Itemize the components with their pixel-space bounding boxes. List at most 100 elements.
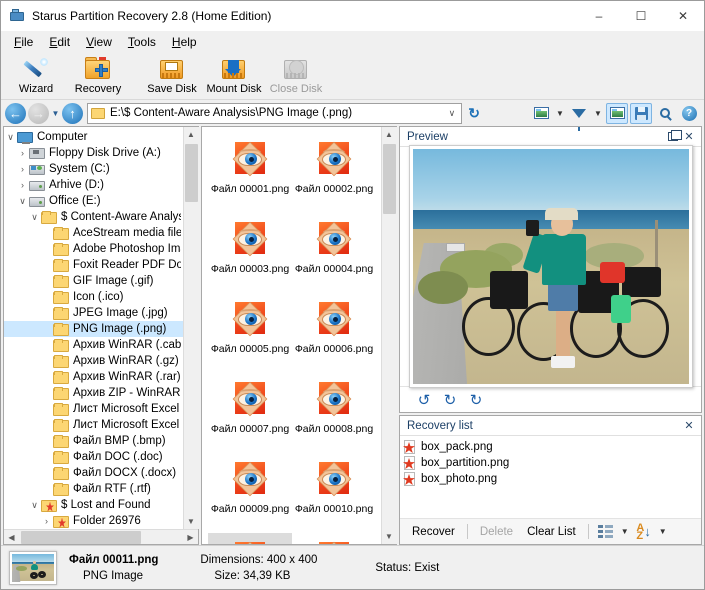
address-input[interactable]: E:\$ Content-Aware Analysis\PNG Image (.… [87, 102, 463, 124]
save-disk-button[interactable]: Save Disk [141, 54, 203, 100]
file-item[interactable]: Файл 00008.png [292, 373, 376, 445]
recovery-list[interactable]: box_pack.png box_partition.png box_photo.p… [400, 436, 701, 518]
tree-expander-icon[interactable]: ∨ [28, 212, 41, 223]
sort-az-icon[interactable]: A Z ↓ [633, 521, 655, 542]
filter-icon[interactable] [568, 103, 590, 131]
tree-expander-icon[interactable]: ∨ [16, 196, 29, 207]
tree-item-18[interactable]: Лист Microsoft Excel 97-20 [4, 417, 183, 433]
wizard-button[interactable]: Wizard [5, 54, 67, 100]
tree-item-5[interactable]: ∨ $ Content-Aware Analysis [4, 209, 183, 225]
scroll-right-icon[interactable]: ▶ [183, 530, 198, 545]
maximize-button[interactable]: ☐ [620, 1, 662, 31]
save-session-icon[interactable] [630, 102, 652, 124]
tree-item-10[interactable]: Icon (.ico) [4, 289, 183, 305]
group-by-caret-icon[interactable]: ▼ [619, 527, 631, 536]
hscroll-track[interactable] [19, 530, 183, 545]
scroll-track[interactable] [183, 142, 199, 514]
scroll-left-icon[interactable]: ◀ [4, 530, 19, 545]
tree-item-4[interactable]: ∨ Office (E:) [4, 193, 183, 209]
file-item[interactable]: Файл 00004.png [292, 213, 376, 285]
chevron-down-icon[interactable]: ∨ [445, 108, 460, 119]
file-item[interactable]: Файл 00012.png [292, 533, 376, 544]
tree-horizontal-scrollbar[interactable]: ◀ ▶ [4, 529, 198, 544]
sort-caret-icon[interactable]: ▼ [657, 527, 669, 536]
recovery-list-item[interactable]: box_photo.png [403, 471, 701, 487]
file-item[interactable]: Файл 00003.png [208, 213, 292, 285]
hscroll-thumb[interactable] [21, 530, 141, 544]
view-mode-icon[interactable] [530, 103, 552, 124]
tree-item-20[interactable]: Файл DOC (.doc) [4, 449, 183, 465]
view-mode-caret-icon[interactable]: ▼ [554, 109, 566, 118]
scroll-thumb[interactable] [184, 144, 198, 202]
tree-item-1[interactable]: › Floppy Disk Drive (A:) [4, 145, 183, 161]
tree-item-13[interactable]: Архив WinRAR (.cab) [4, 337, 183, 353]
tree-item-11[interactable]: JPEG Image (.jpg) [4, 305, 183, 321]
history-dropdown-icon[interactable]: ▼ [51, 109, 60, 118]
tree-item-3[interactable]: › Arhive (D:) [4, 177, 183, 193]
mount-disk-button[interactable]: Mount Disk [203, 54, 265, 100]
scroll-down-icon[interactable]: ▼ [183, 514, 199, 529]
file-item[interactable]: Файл 00005.png [208, 293, 292, 365]
preview-close-button[interactable]: ✕ [681, 129, 697, 145]
group-by-icon[interactable] [595, 521, 617, 542]
tree-item-12[interactable]: PNG Image (.png) [4, 321, 183, 337]
preview-image-area[interactable] [400, 145, 701, 388]
file-item[interactable]: Файл 00010.png [292, 453, 376, 525]
rotate-left-icon[interactable]: ↺ [414, 390, 434, 410]
grid-vertical-scrollbar[interactable]: ▲ ▼ [381, 127, 397, 544]
tree-item-6[interactable]: AceStream media file (.mp [4, 225, 183, 241]
flip-icon[interactable]: ↻ [440, 390, 460, 410]
recovery-button[interactable]: Recovery [67, 54, 129, 100]
tree-item-21[interactable]: Файл DOCX (.docx) [4, 465, 183, 481]
tree-expander-icon[interactable]: › [16, 148, 29, 158]
grid-scroll-down-icon[interactable]: ▼ [381, 529, 397, 544]
menu-help[interactable]: Help [164, 32, 205, 52]
filter-caret-icon[interactable]: ▼ [592, 109, 604, 118]
preview-toggle-icon[interactable] [606, 102, 628, 124]
tree-expander-icon[interactable]: › [16, 180, 29, 190]
rotate-right-icon[interactable]: ↻ [466, 390, 486, 410]
tree-item-17[interactable]: Лист Microsoft Excel (.xlsx) [4, 401, 183, 417]
preview-float-button[interactable] [665, 129, 682, 145]
recovery-list-item[interactable]: box_pack.png [403, 439, 701, 455]
grid-scroll-track[interactable] [381, 142, 397, 529]
recovery-close-button[interactable]: ✕ [681, 418, 697, 434]
tree-item-23[interactable]: ∨ $ Lost and Found [4, 497, 183, 513]
tree-expander-icon[interactable]: › [40, 516, 53, 526]
file-item[interactable]: Файл 00009.png [208, 453, 292, 525]
up-button[interactable]: ↑ [62, 102, 83, 124]
tree-expander-icon[interactable]: › [16, 164, 29, 174]
close-button[interactable]: ✕ [662, 1, 704, 31]
file-item[interactable]: Файл 00002.png [292, 133, 376, 205]
menu-view[interactable]: View [78, 32, 120, 52]
file-grid[interactable]: Файл 00001.png Файл 00002.png Файл 00003.p… [202, 127, 381, 544]
tree-item-15[interactable]: Архив WinRAR (.rar) [4, 369, 183, 385]
tree-vertical-scrollbar[interactable]: ▲ ▼ [183, 127, 199, 529]
grid-scroll-thumb[interactable] [382, 144, 396, 214]
tree-item-14[interactable]: Архив WinRAR (.gz) [4, 353, 183, 369]
recover-button[interactable]: Recover [406, 524, 461, 540]
tree-expander-icon[interactable]: ∨ [28, 500, 41, 511]
search-icon[interactable] [654, 103, 676, 124]
tree-item-9[interactable]: GIF Image (.gif) [4, 273, 183, 289]
tree-expander-icon[interactable]: ∨ [4, 132, 17, 143]
tree-item-22[interactable]: Файл RTF (.rtf) [4, 481, 183, 497]
grid-scroll-up-icon[interactable]: ▲ [381, 127, 397, 142]
tree-item-0[interactable]: ∨ Computer [4, 129, 183, 145]
file-item[interactable]: Файл 00006.png [292, 293, 376, 365]
menu-tools[interactable]: Tools [120, 32, 164, 52]
tree-item-8[interactable]: Foxit Reader PDF Documen [4, 257, 183, 273]
file-item[interactable]: Файл 00007.png [208, 373, 292, 445]
scroll-up-icon[interactable]: ▲ [183, 127, 199, 142]
menu-edit[interactable]: Edit [41, 32, 78, 52]
clear-list-button[interactable]: Clear List [521, 524, 582, 540]
recovery-list-item[interactable]: box_partition.png [403, 455, 701, 471]
menu-file[interactable]: File [6, 32, 41, 52]
tree-item-16[interactable]: Архив ZIP - WinRAR (.zip) [4, 385, 183, 401]
folder-tree[interactable]: ∨ Computer › Floppy Disk Drive (A:) › System … [4, 127, 183, 529]
minimize-button[interactable]: – [578, 1, 620, 31]
help-icon[interactable]: ? [678, 103, 700, 124]
back-button[interactable]: ← [5, 102, 26, 124]
refresh-icon[interactable]: ↻ [468, 105, 480, 122]
tree-item-7[interactable]: Adobe Photoshop Image.1 [4, 241, 183, 257]
